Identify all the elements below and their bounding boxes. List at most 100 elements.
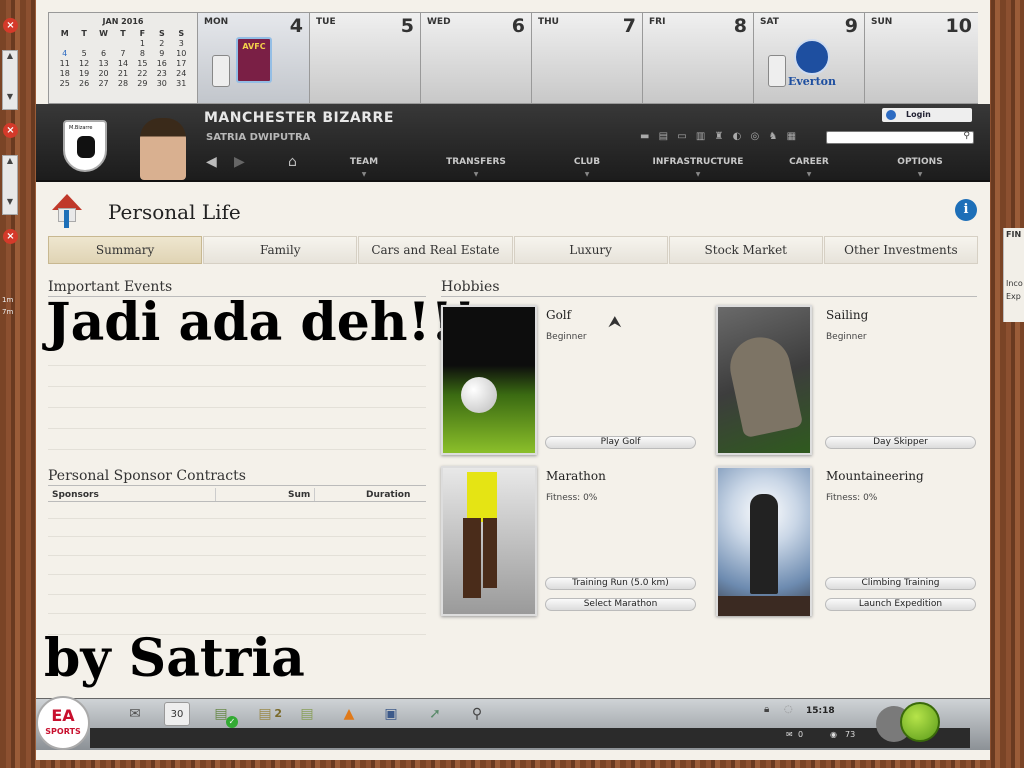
back-arrow-icon[interactable]: ◀ <box>206 154 217 170</box>
manager-avatar[interactable] <box>140 118 186 180</box>
manager-name: SATRIA DWIPUTRA <box>206 132 311 143</box>
mail-status-icon[interactable]: ✉ <box>786 730 793 739</box>
hobbies-heading: Hobbies <box>441 279 500 295</box>
support-icon[interactable]: ◉ <box>830 730 837 739</box>
mini-calendar[interactable]: JAN 2016 MTWTFSS 123 4 5 6 7 8 9 10 11 12 13 14 15… <box>49 13 198 103</box>
finance-icon[interactable]: ▤ <box>294 702 320 726</box>
marathon-image[interactable] <box>441 466 537 616</box>
club-crest-icon <box>768 55 786 87</box>
hobby-mountaineering-fitness: Fitness: 0% <box>826 493 878 503</box>
day-cell-thu[interactable]: THU 7 <box>532 13 643 103</box>
home-icon[interactable]: ⌂ <box>288 154 297 170</box>
tactics-board-icon[interactable]: ▣ <box>378 702 404 726</box>
support-count: 73 <box>845 730 856 739</box>
nav-club[interactable]: CLUB ▼ <box>532 152 642 178</box>
mini-calendar-month: JAN 2016 <box>102 17 144 26</box>
continue-button[interactable] <box>900 702 940 742</box>
right-window-label: Inco <box>1006 279 1023 288</box>
nav-career[interactable]: CAREER ▼ <box>754 152 864 178</box>
left-window-value: 1m <box>2 296 14 304</box>
divider <box>48 449 426 450</box>
login-button[interactable]: Login <box>882 108 972 122</box>
calendar-icon[interactable]: 30 <box>164 702 190 726</box>
club-crest-icon <box>212 55 230 87</box>
divider <box>48 574 426 575</box>
tab-cars-real-estate[interactable]: Cars and Real Estate <box>358 236 513 264</box>
club-shield-icon: M.Bizarre <box>63 120 107 172</box>
divider <box>48 485 426 486</box>
finance-approved-icon[interactable]: ▤ ✓ <box>208 702 238 728</box>
day-cell-mon[interactable]: MON 4 AVFC <box>198 13 310 103</box>
training-cone-icon[interactable]: ▲ <box>336 702 362 726</box>
day-skipper-button[interactable]: Day Skipper <box>825 436 976 449</box>
divider <box>48 613 426 614</box>
calendar-strip: JAN 2016 MTWTFSS 123 4 5 6 7 8 9 10 11 12 13 14 15… <box>48 12 978 104</box>
divider <box>48 594 426 595</box>
opponent-name: Everton <box>788 75 836 88</box>
ea-sports-logo[interactable]: EA SPORTS <box>36 696 90 750</box>
arrow-down-icon[interactable]: ▼ <box>3 92 17 101</box>
mountaineering-image[interactable] <box>716 466 812 616</box>
tab-family[interactable]: Family <box>203 236 358 264</box>
climbing-training-button[interactable]: Climbing Training <box>825 577 976 590</box>
tab-luxury[interactable]: Luxury <box>513 236 668 264</box>
house-icon <box>52 194 82 228</box>
scrollbar[interactable]: ▲ ▼ <box>2 50 18 110</box>
lock-icon[interactable]: 🔒︎ <box>764 704 769 715</box>
finance-count-icon[interactable]: ▤ 2 <box>252 702 282 726</box>
settings-dot-icon[interactable]: ◌ <box>784 704 793 715</box>
arrow-down-icon[interactable]: ▼ <box>3 197 17 206</box>
magnifier-icon[interactable]: ⚲ <box>464 702 490 726</box>
clock: 15:18 <box>806 706 835 716</box>
day-cell-wed[interactable]: WED 6 <box>421 13 532 103</box>
overlay-text: by Satria <box>44 628 305 689</box>
overlay-text: Jadi ada deh!!! <box>46 292 477 353</box>
hobby-mountaineering-name: Mountaineering <box>826 469 924 483</box>
search-icon[interactable]: ⚲ <box>963 131 970 141</box>
day-cell-sat[interactable]: SAT 9 Everton <box>754 13 865 103</box>
play-golf-button[interactable]: Play Golf <box>545 436 696 449</box>
day-cell-tue[interactable]: TUE 5 <box>310 13 421 103</box>
golf-image[interactable] <box>441 305 537 455</box>
opponent-crest-icon: AVFC <box>236 37 272 83</box>
scrollbar[interactable]: ▲ ▼ <box>2 155 18 215</box>
divider <box>48 365 426 366</box>
training-run-button[interactable]: Training Run (5.0 km) <box>545 577 696 590</box>
tab-other-investments[interactable]: Other Investments <box>823 236 979 264</box>
nav-transfers[interactable]: TRANSFERS ▼ <box>420 152 532 178</box>
day-cell-fri[interactable]: FRI 8 <box>643 13 754 103</box>
arrow-up-icon[interactable]: ▲ <box>3 51 17 60</box>
left-window-strip: × ▲ ▼ × ▲ ▼ × 1m 7m <box>0 0 24 768</box>
nav-team[interactable]: TEAM ▼ <box>308 152 420 178</box>
column-duration[interactable]: Duration <box>366 490 410 500</box>
right-window-edge[interactable]: FIN Inco Exp <box>1003 228 1024 322</box>
arrow-up-icon[interactable]: ▲ <box>3 156 17 165</box>
hobby-golf-name: Golf <box>546 308 572 322</box>
sailing-image[interactable] <box>716 305 812 455</box>
close-icon[interactable]: × <box>3 18 18 33</box>
tab-stock-market[interactable]: Stock Market <box>668 236 823 264</box>
toolbar-icons[interactable]: ▬ ▤ ▭ ▥ ♜ ◐ ◎ ♞ ▦ <box>640 131 799 142</box>
close-icon[interactable]: × <box>3 229 18 244</box>
search-input[interactable]: ⚲ <box>826 131 974 144</box>
sponsor-table-header: Sponsors Sum Duration <box>48 488 426 502</box>
forward-arrow-icon[interactable]: ▶ <box>234 154 245 170</box>
day-cell-sun[interactable]: SUN 10 <box>865 13 978 103</box>
mini-calendar-grid: MTWTFSS 123 4 5 6 7 8 9 10 11 12 13 14 15 16 17 18 19… <box>59 28 187 88</box>
mouse-cursor-icon: ⮝ <box>608 312 622 331</box>
arrow-forward-icon[interactable]: ➚ <box>422 702 448 726</box>
right-window-title: FIN <box>1006 230 1022 239</box>
nav-infrastructure[interactable]: INFRASTRUCTURE ▼ <box>642 152 754 178</box>
bottom-status-strip <box>90 728 970 748</box>
info-icon[interactable]: i <box>955 199 977 221</box>
hobby-marathon-fitness: Fitness: 0% <box>546 493 598 503</box>
column-sum[interactable]: Sum <box>288 490 310 500</box>
nav-options[interactable]: OPTIONS ▼ <box>864 152 976 178</box>
column-sponsors[interactable]: Sponsors <box>52 490 99 500</box>
tab-summary[interactable]: Summary <box>48 236 203 264</box>
launch-expedition-button[interactable]: Launch Expedition <box>825 598 976 611</box>
mail-icon[interactable]: ✉ <box>122 702 148 726</box>
select-marathon-button[interactable]: Select Marathon <box>545 598 696 611</box>
right-window-label: Exp <box>1006 292 1021 301</box>
close-icon[interactable]: × <box>3 123 18 138</box>
